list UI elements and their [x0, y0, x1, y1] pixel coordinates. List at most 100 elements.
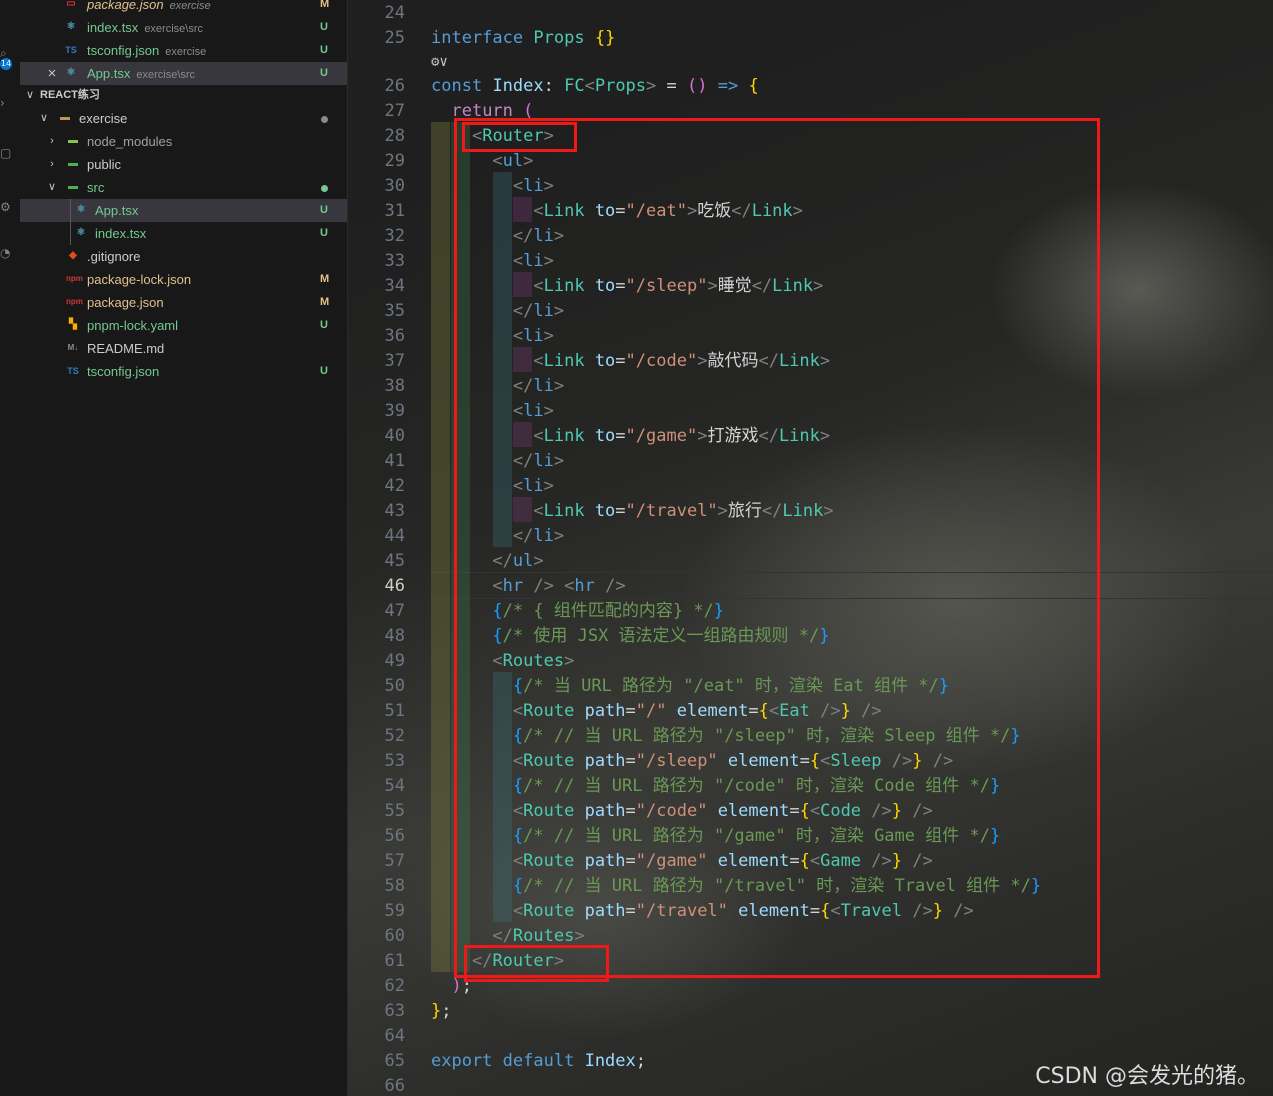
line-number: 34 — [384, 276, 405, 296]
line-number: 53 — [384, 751, 405, 771]
open-editor-app-tsx[interactable]: × ⚛ App.tsx exercise\src U — [20, 62, 347, 85]
tree-file-package-json[interactable]: npm package.json M — [20, 291, 347, 314]
git-status: U — [320, 67, 328, 79]
tree-folder-public[interactable]: › ▬ public — [20, 153, 347, 176]
git-status: U — [320, 227, 328, 239]
line-number: 44 — [384, 526, 405, 546]
run-debug-icon[interactable]: ▢ — [0, 146, 18, 164]
markdown-icon: M↓ — [67, 343, 79, 352]
line-number: 40 — [384, 426, 405, 446]
line-number: 66 — [384, 1076, 405, 1096]
line-number: 48 — [384, 626, 405, 646]
line-number: 28 — [384, 126, 405, 146]
git-status: M — [320, 0, 330, 10]
line-number: 52 — [384, 726, 405, 746]
line-number: 41 — [384, 451, 405, 471]
tree-label: public — [87, 157, 121, 172]
tree-file-pnpm-lock-yaml[interactable]: ▚ pnpm-lock.yaml U — [20, 314, 347, 337]
open-editor-tsconfig-json[interactable]: TS tsconfig.json exercise U — [20, 39, 347, 62]
line-number: 26 — [384, 76, 405, 96]
open-editor-index-tsx[interactable]: ⚛ index.tsx exercise\src U — [20, 16, 347, 39]
highlight-box-router-close — [464, 945, 609, 982]
git-status: M — [320, 296, 330, 308]
chevron-down-icon: ∨ — [25, 89, 35, 101]
git-status: U — [320, 21, 328, 33]
line-number: 43 — [384, 501, 405, 521]
git-status: M — [320, 273, 330, 285]
tree-folder-exercise[interactable]: ∨ ▬ exercise — [20, 107, 347, 130]
open-editor-package-json[interactable]: ▭ package.json exercise M — [20, 0, 347, 16]
folder-icon: ▬ — [68, 158, 78, 169]
codelens-icon[interactable]: ⚙∨ — [431, 51, 448, 73]
line-number: 50 — [384, 676, 405, 696]
tree-file-package-lock-json[interactable]: npm package-lock.json M — [20, 268, 347, 291]
line-number: 25 — [384, 28, 405, 48]
extensions-icon[interactable]: ⚙ — [0, 200, 18, 218]
line-number: 54 — [384, 776, 405, 796]
line-number: 45 — [384, 551, 405, 571]
code-line[interactable]: interface Props {} — [431, 26, 615, 51]
highlight-box-router-block — [454, 118, 1100, 978]
line-number: 64 — [384, 1026, 405, 1046]
tree-folder-src[interactable]: ∨ ▬ src — [20, 176, 347, 199]
explorer-section-header[interactable]: ∨ REACT练习 — [20, 84, 347, 107]
tree-file-readme-md[interactable]: M↓ README.md — [20, 337, 347, 360]
tree-label: README.md — [87, 341, 165, 356]
close-icon[interactable]: × — [46, 62, 58, 85]
react-icon: ⚛ — [66, 67, 76, 78]
code-line[interactable]: export default Index; — [431, 1049, 646, 1074]
git-status: U — [320, 44, 328, 56]
open-editor-desc: exercise — [165, 46, 207, 58]
tree-label: tsconfig.json — [87, 364, 160, 379]
line-number: 31 — [384, 201, 405, 221]
tree-file-tsconfig-json[interactable]: TS tsconfig.json U — [20, 360, 347, 383]
chevron-right-icon: › — [50, 135, 54, 147]
react-icon: ⚛ — [66, 21, 76, 32]
ts-icon: TS — [67, 366, 79, 376]
line-number: 58 — [384, 876, 405, 896]
line-number: 24 — [384, 3, 405, 23]
tree-label: package-lock.json — [87, 272, 192, 287]
json-icon: ▭ — [66, 0, 76, 9]
source-control-icon[interactable]: › — [0, 96, 18, 114]
react-icon: ⚛ — [76, 204, 86, 215]
activity-bar: ⌕ 14 › ▢ ⚙ ◔ — [0, 0, 20, 1096]
open-editor-name: App.tsx — [87, 66, 131, 81]
code-line[interactable]: }; — [431, 999, 452, 1024]
line-number: 49 — [384, 651, 405, 671]
npm-icon: npm — [66, 274, 83, 283]
line-number: 32 — [384, 226, 405, 246]
line-number: 33 — [384, 251, 405, 271]
line-number: 36 — [384, 326, 405, 346]
explorer-sidebar: ▭ package.json exercise M ⚛ index.tsx exer… — [20, 0, 348, 1096]
indent-guide — [70, 199, 71, 245]
tree-file-gitignore[interactable]: ◆ .gitignore — [20, 245, 347, 268]
code-line[interactable]: const Index: FC<Props> = () => { — [431, 74, 759, 99]
highlight-box-router-open — [462, 122, 577, 152]
remote-icon[interactable]: ◔ — [0, 246, 18, 264]
pnpm-icon: ▚ — [69, 319, 77, 330]
folder-icon: ▬ — [68, 135, 78, 146]
line-number: 55 — [384, 801, 405, 821]
react-icon: ⚛ — [76, 227, 86, 238]
line-number: 39 — [384, 401, 405, 421]
ts-icon: TS — [65, 45, 77, 55]
git-icon: ◆ — [69, 250, 77, 261]
code-editor[interactable]: 24 25 interface Props {} 26 const Index: FC<… — [348, 0, 1273, 1096]
open-editor-name: tsconfig.json — [87, 43, 160, 58]
folder-icon: ▬ — [60, 112, 70, 123]
npm-icon: npm — [66, 297, 83, 306]
line-number: 29 — [384, 151, 405, 171]
line-number: 37 — [384, 351, 405, 371]
open-editor-desc: exercise — [169, 0, 211, 12]
line-number: 61 — [384, 951, 405, 971]
project-title: REACT练习 — [40, 89, 100, 101]
untracked-dot — [321, 185, 328, 192]
tree-folder-node-modules[interactable]: › ▬ node_modules — [20, 130, 347, 153]
open-editor-desc: exercise\src — [144, 23, 203, 35]
folder-icon: ▬ — [68, 181, 78, 192]
tree-label: App.tsx — [95, 203, 139, 218]
line-number: 60 — [384, 926, 405, 946]
line-number: 30 — [384, 176, 405, 196]
open-editor-name: package.json — [87, 0, 164, 12]
